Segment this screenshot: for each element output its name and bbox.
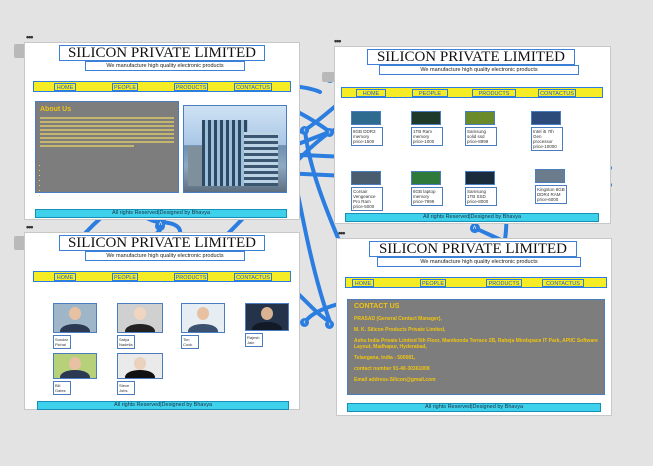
menu-contact[interactable]: CONTACTUS — [234, 273, 272, 281]
contact-page-frame[interactable]: SILICON PRIVATE LIMITED We manufacture h… — [336, 238, 612, 416]
about-heading: About Us — [40, 106, 72, 113]
product-image — [465, 171, 495, 185]
menu-home[interactable]: HOME — [352, 279, 374, 287]
products-page-frame[interactable]: SILICON PRIVATE LIMITED We manufacture h… — [334, 46, 611, 224]
menu-people[interactable]: PEOPLE — [420, 279, 446, 287]
person-photo — [245, 303, 289, 331]
menu-contact[interactable]: CONTACTUS — [538, 89, 576, 97]
nav-menu: HOME PEOPLE PRODUCTS CONTACTUS — [33, 271, 291, 282]
person-photo — [53, 353, 97, 379]
product-image — [351, 171, 381, 185]
product-card[interactable]: Intel i5 7th Gen processor price-10000 — [531, 111, 563, 151]
product-card[interactable]: 8GB laptop memory price-7999 — [411, 171, 443, 206]
nav-menu: HOME PEOPLE PRODUCTS CONTACTUS — [341, 87, 603, 98]
page-title: SILICON PRIVATE LIMITED — [367, 49, 575, 65]
menu-home[interactable]: HOME — [54, 273, 76, 281]
chevron-right-icon[interactable]: › — [325, 320, 334, 329]
person-photo — [181, 303, 225, 333]
person-card[interactable]: Rajesh Jain — [245, 303, 289, 347]
person-card[interactable]: Bill Gates — [53, 353, 97, 395]
product-caption: 8GB laptop memory price-7999 — [411, 187, 443, 206]
page-footer: All rights Reserved|Designed by Bhavya — [347, 403, 601, 412]
frame-menu-dots[interactable]: ••• — [338, 228, 346, 238]
page-footer: All rights Reserved|Designed by Bhavya — [35, 209, 287, 218]
chevron-left-icon[interactable]: ‹ — [300, 126, 309, 135]
page-subtitle: We manufacture high quality electronic p… — [85, 61, 245, 71]
chevron-up-icon[interactable]: ˄ — [156, 220, 165, 229]
person-photo — [117, 303, 163, 333]
product-caption: 1TB Ram memory price-1000 — [411, 127, 443, 146]
product-image — [531, 111, 561, 125]
person-photo — [53, 303, 97, 333]
chevron-up-icon[interactable]: ˄ — [470, 224, 479, 233]
frame-menu-dots[interactable]: ••• — [26, 32, 34, 42]
product-card[interactable]: Samsung solid ssd price-8999 — [465, 111, 497, 146]
people-page-frame[interactable]: SILICON PRIVATE LIMITED We manufacture h… — [24, 232, 300, 410]
person-card[interactable]: Satya Nadella — [117, 303, 163, 349]
about-text-lines — [40, 115, 174, 149]
page-footer: All rights Reserved|Designed by Bhavya — [37, 401, 289, 410]
product-caption: Intel i5 7th Gen processor price-10000 — [531, 127, 563, 151]
product-image — [465, 111, 495, 125]
menu-home[interactable]: HOME — [356, 89, 386, 97]
product-caption: Kingston 8GB DDR4 RAM price-6000 — [535, 185, 567, 204]
person-photo — [117, 353, 163, 379]
person-caption: Steve Jobs — [117, 381, 135, 395]
menu-people[interactable]: PEOPLE — [112, 273, 138, 281]
menu-products[interactable]: PRODUCTS — [472, 89, 516, 97]
nav-menu: HOME PEOPLE PRODUCTS CONTACTUS — [345, 277, 607, 288]
product-caption: Samsung solid ssd price-8999 — [465, 127, 497, 146]
product-card[interactable]: Corsair Vengeance Pro Ram price-5000 — [351, 171, 383, 211]
contact-panel: CONTACT US PRASAD (General Contact Manag… — [347, 299, 605, 395]
office-building-image — [183, 105, 287, 193]
home-page-frame[interactable]: SILICON PRIVATE LIMITED We manufacture h… — [24, 42, 300, 220]
person-card[interactable]: Steve Jobs — [117, 353, 163, 395]
menu-products[interactable]: PRODUCTS — [174, 273, 208, 281]
page-title: SILICON PRIVATE LIMITED — [59, 235, 265, 251]
frame-tab — [322, 72, 334, 82]
about-list — [44, 162, 48, 197]
nav-menu: HOME PEOPLE PRODUCTS CONTACTUS — [33, 81, 291, 92]
about-panel: About Us — [35, 101, 179, 193]
person-caption: Bill Gates — [53, 381, 71, 395]
page-footer: All rights Reserved|Designed by Bhavya — [345, 213, 599, 222]
contact-address: Ashu India Private Limited 5th Floor, Ma… — [354, 338, 598, 350]
person-card[interactable]: Sundar Pichai — [53, 303, 97, 349]
product-caption: Samsung 1TB SSD price-8000 — [465, 187, 497, 206]
menu-products[interactable]: PRODUCTS — [174, 83, 208, 91]
frame-menu-dots[interactable]: ••• — [334, 36, 342, 46]
product-card[interactable]: Samsung 1TB SSD price-8000 — [465, 171, 497, 206]
contact-email: Email address-Silicon@gmail.com — [354, 377, 436, 383]
chevron-right-icon[interactable]: › — [325, 128, 334, 137]
menu-contact[interactable]: CONTACTUS — [542, 279, 584, 287]
contact-heading: CONTACT US — [354, 303, 400, 310]
menu-home[interactable]: HOME — [54, 83, 76, 91]
person-card[interactable]: Tim Cook — [181, 303, 225, 349]
menu-contact[interactable]: CONTACTUS — [234, 83, 272, 91]
menu-people[interactable]: PEOPLE — [412, 89, 448, 97]
product-card[interactable]: 1TB Ram memory price-1000 — [411, 111, 443, 146]
product-image — [351, 111, 381, 125]
product-image — [535, 169, 565, 183]
menu-products[interactable]: PRODUCTS — [486, 279, 522, 287]
menu-people[interactable]: PEOPLE — [112, 83, 138, 91]
person-caption: Tim Cook — [181, 335, 199, 349]
product-caption: Corsair Vengeance Pro Ram price-5000 — [351, 187, 383, 211]
person-caption: Sundar Pichai — [53, 335, 71, 349]
page-subtitle: We manufacture high quality electronic p… — [377, 257, 581, 267]
page-subtitle: We manufacture high quality electronic p… — [85, 251, 245, 261]
product-caption: 8GB DDR3 memory price-1500 — [351, 127, 383, 146]
page-subtitle: We manufacture high quality electronic p… — [379, 65, 579, 75]
page-title: SILICON PRIVATE LIMITED — [59, 45, 265, 61]
product-image — [411, 171, 441, 185]
product-card[interactable]: Kingston 8GB DDR4 RAM price-6000 — [535, 169, 567, 204]
person-caption: Rajesh Jain — [245, 333, 263, 347]
page-title: SILICON PRIVATE LIMITED — [369, 241, 577, 257]
product-card[interactable]: 8GB DDR3 memory price-1500 — [351, 111, 383, 146]
frame-menu-dots[interactable]: ••• — [26, 222, 34, 232]
chevron-left-icon[interactable]: ‹ — [300, 318, 309, 327]
person-caption: Satya Nadella — [117, 335, 135, 349]
product-image — [411, 111, 441, 125]
